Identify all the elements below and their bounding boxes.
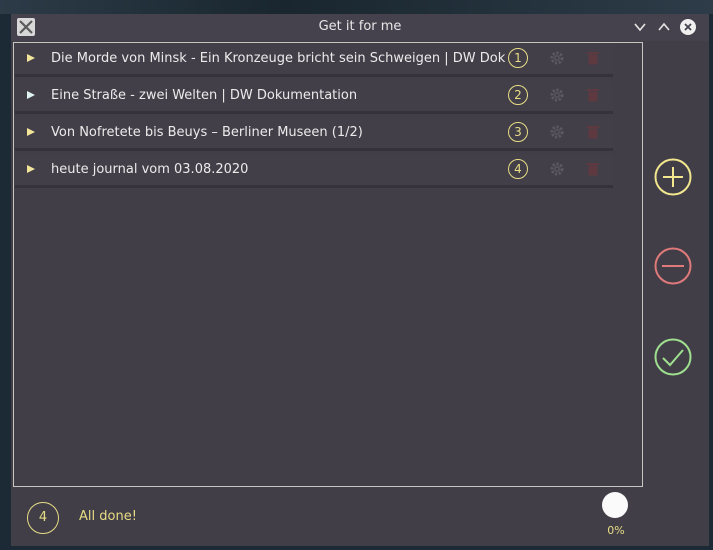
download-row[interactable]: Eine Straße - zwei Welten | DW Dokumenta… [15, 81, 613, 111]
check-icon [654, 338, 692, 376]
trash-icon[interactable] [586, 87, 600, 103]
download-title: Eine Straße - zwei Welten | DW Dokumenta… [51, 88, 358, 103]
gear-icon[interactable] [549, 161, 565, 177]
add-button[interactable] [654, 158, 692, 196]
chevron-up-icon [658, 22, 670, 31]
index-badge: 3 [508, 122, 528, 142]
window-title: Get it for me [318, 19, 402, 34]
app-window: Get it for me Die Morde von Minsk - Ein … [11, 14, 709, 546]
titlebar: Get it for me [11, 14, 709, 41]
play-icon[interactable] [27, 54, 35, 62]
confirm-button[interactable] [654, 338, 692, 376]
gear-icon[interactable] [549, 87, 565, 103]
status-text: All done! [79, 509, 137, 524]
minimize-button[interactable] [632, 19, 648, 35]
close-icon [684, 23, 692, 31]
maximize-button[interactable] [656, 19, 672, 35]
play-icon[interactable] [27, 91, 35, 99]
progress-percent: 0% [607, 524, 625, 537]
trash-icon[interactable] [586, 161, 600, 177]
gear-icon[interactable] [549, 50, 565, 66]
download-title: Von Nofretete bis Beuys – Berliner Musee… [51, 125, 363, 140]
overall-progress-indicator [602, 492, 628, 518]
download-title: Die Morde von Minsk - Ein Kronzeuge bric… [51, 51, 506, 66]
total-count-badge: 4 [27, 502, 59, 534]
close-button[interactable] [680, 19, 696, 35]
download-row[interactable]: Die Morde von Minsk - Ein Kronzeuge bric… [15, 44, 613, 74]
download-title: heute journal vom 03.08.2020 [51, 162, 249, 177]
remove-button[interactable] [654, 247, 692, 285]
plus-icon [654, 158, 692, 196]
play-icon[interactable] [27, 165, 35, 173]
gear-icon[interactable] [549, 124, 565, 140]
minus-icon [654, 247, 692, 285]
trash-icon[interactable] [586, 124, 600, 140]
index-badge: 2 [508, 85, 528, 105]
download-row[interactable]: heute journal vom 03.08.2020 4 [15, 155, 613, 185]
download-list: Die Morde von Minsk - Ein Kronzeuge bric… [13, 42, 643, 487]
index-badge: 4 [508, 159, 528, 179]
download-row[interactable]: Von Nofretete bis Beuys – Berliner Musee… [15, 118, 613, 148]
desktop-background [0, 0, 713, 14]
trash-icon[interactable] [586, 50, 600, 66]
chevron-down-icon [634, 23, 646, 32]
index-badge: 1 [508, 48, 528, 68]
play-icon[interactable] [27, 128, 35, 136]
